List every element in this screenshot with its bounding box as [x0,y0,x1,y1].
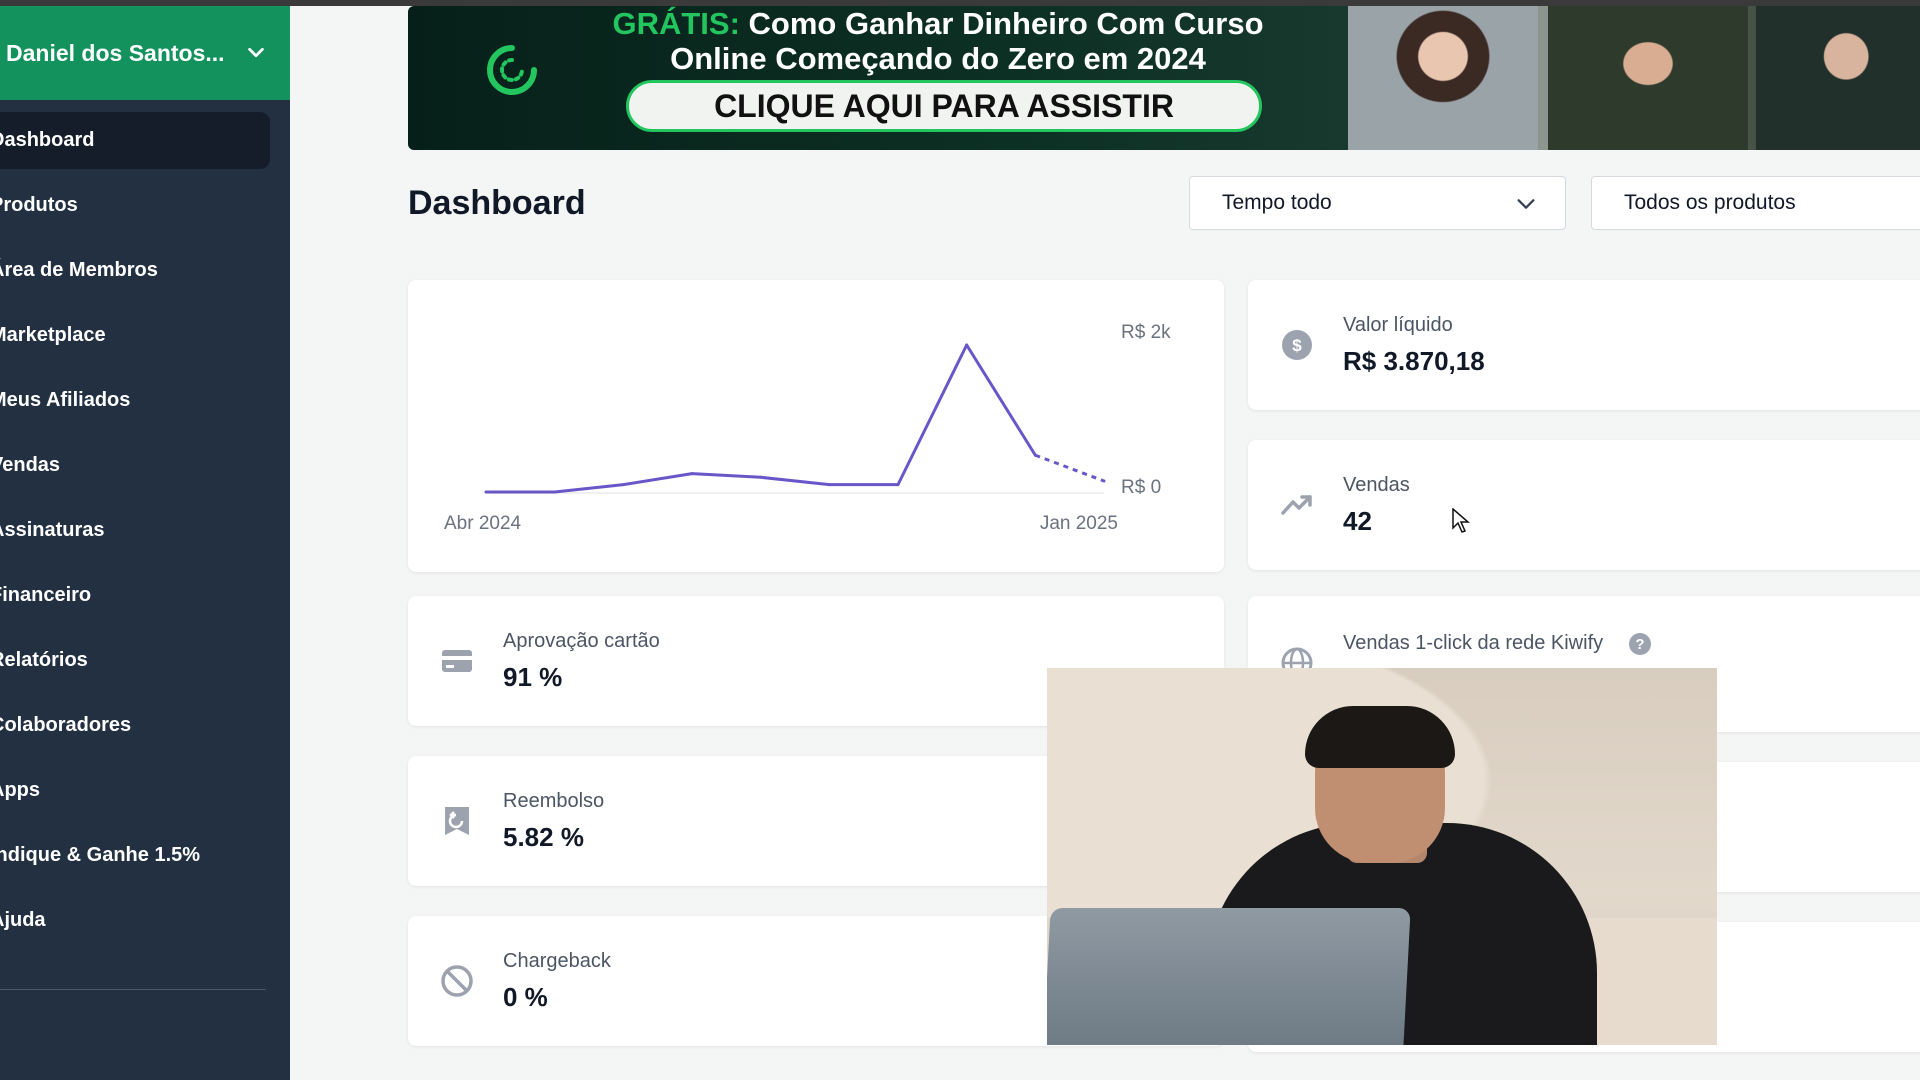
sidebar-item-label: Vendas [0,454,61,476]
metric-label: Vendas [1343,474,1410,496]
chart-point [965,343,969,347]
product-filter-select[interactable]: Todos os produtos [1591,176,1920,230]
sidebar-item-produtos[interactable]: Produtos [0,177,270,234]
banner-presenter-photo [1756,6,1920,150]
revenue-chart-card: R$ 2k R$ 0 Abr 2024 Jan 2025 [408,280,1224,572]
x-tick-label: Jan 2025 [1040,513,1118,534]
sidebar-item-label: Meus Afiliados [0,389,131,411]
sidebar-item-label: Ajuda [0,909,46,931]
credit-card-icon [442,650,472,672]
metric-value: R$ 3.870,18 [1343,346,1485,376]
chart-point [896,483,900,487]
chart-point [759,475,763,479]
sidebar-item-vendas[interactable]: Vendas [0,437,270,494]
sidebar-nav: Dashboard Produtos Área de Membros Marke… [0,112,290,949]
metric-value: 91 % [503,662,563,692]
sidebar-item-indique-e-ganhe[interactable]: Indique & Ganhe 1.5% [0,827,270,884]
promo-banner[interactable]: GRÁTIS: Como Ganhar Dinheiro Com Curso O… [408,6,1920,150]
sidebar-item-label: Área de Membros [0,259,158,281]
metric-label: Chargeback [503,950,611,972]
sidebar-item-label: Assinaturas [0,519,105,541]
metric-card-valor-liquido: $ Valor líquido R$ 3.870,18 [1248,280,1920,410]
sidebar-item-label: Apps [0,779,40,801]
metric-value: 5.82 % [503,822,584,852]
metric-card-vendas: Vendas 42 [1248,440,1920,570]
kiwify-logo-icon [487,45,537,95]
sidebar-item-colaboradores[interactable]: Colaboradores [0,697,270,754]
metric-label: Reembolso [503,790,605,812]
webcam-overlay [1047,668,1717,1045]
sidebar-item-apps[interactable]: Apps [0,762,270,819]
refund-icon [445,807,469,835]
sidebar-divider [0,989,266,990]
chevron-down-icon [1517,199,1535,209]
banner-free-word: GRÁTIS: [612,6,740,41]
chevron-down-icon [247,47,264,58]
x-tick-label: Abr 2024 [444,513,522,534]
sidebar: Daniel dos Santos... Dashboard Produtos … [0,6,290,1080]
help-icon[interactable]: ? [1628,632,1652,656]
sidebar-item-dashboard[interactable]: Dashboard [0,112,270,169]
webcam-person-hair [1305,706,1455,768]
trending-up-icon [1281,495,1312,515]
account-name: Daniel dos Santos... [6,39,225,66]
sidebar-item-label: Produtos [0,194,78,216]
sidebar-item-assinaturas[interactable]: Assinaturas [0,502,270,559]
banner-headline-rest: Como Ganhar Dinheiro Com Curso [739,6,1264,41]
sidebar-item-financeiro[interactable]: Financeiro [0,567,270,624]
account-switcher[interactable]: Daniel dos Santos... [0,6,290,100]
banner-headline-line1: GRÁTIS: Como Ganhar Dinheiro Com Curso [608,6,1268,42]
sidebar-item-label: Relatórios [0,649,88,671]
sidebar-item-label: Marketplace [0,324,106,346]
svg-text:$: $ [1292,336,1302,355]
chart-series-line [486,343,1037,494]
banner-cta-button[interactable]: CLIQUE AQUI PARA ASSISTIR [626,80,1262,132]
metric-label: Aprovação cartão [503,630,660,652]
metric-value: 42 [1343,506,1372,536]
chart-point [1033,453,1037,457]
sidebar-item-meus-afiliados[interactable]: Meus Afiliados [0,372,270,429]
chart-point [827,483,831,487]
revenue-line-chart: R$ 2k R$ 0 Abr 2024 Jan 2025 [444,322,1171,534]
page-title: Dashboard [408,184,586,222]
window-top-strip [0,0,1920,6]
chart-point [690,472,694,476]
sidebar-item-area-de-membros[interactable]: Área de Membros [0,242,270,299]
banner-presenter-photo [1348,6,1538,150]
chart-point [1102,479,1106,483]
sidebar-item-label: Dashboard [0,129,95,151]
mouse-cursor-icon [1452,508,1470,533]
chart-series-projection-line [1034,453,1105,483]
svg-text:?: ? [1635,636,1644,653]
webcam-laptop [1047,908,1411,1045]
metric-label: Valor líquido [1343,314,1453,336]
sidebar-item-label: Indique & Ganhe 1.5% [0,844,201,866]
chart-point [553,490,557,494]
metric-value: 0 % [503,982,548,1012]
sidebar-item-ajuda[interactable]: Ajuda [0,892,270,949]
banner-headline-line2: Online Começando do Zero em 2024 [670,41,1206,76]
y-tick-label: R$ 2k [1121,322,1171,343]
banner-presenter-photo [1548,6,1748,150]
period-filter-select[interactable]: Tempo todo [1189,176,1566,230]
sidebar-item-relatorios[interactable]: Relatórios [0,632,270,689]
metric-label: Vendas 1-click da rede Kiwify [1343,632,1604,654]
sidebar-item-marketplace[interactable]: Marketplace [0,307,270,364]
sidebar-item-label: Financeiro [0,584,92,606]
dollar-circle-icon: $ [1282,330,1312,360]
blocked-icon [441,965,473,997]
chart-point [484,490,488,494]
chart-point [621,483,625,487]
product-filter-value: Todos os produtos [1624,191,1796,214]
period-filter-value: Tempo todo [1222,191,1332,214]
sidebar-item-label: Colaboradores [0,714,132,736]
y-tick-label: R$ 0 [1121,477,1161,498]
